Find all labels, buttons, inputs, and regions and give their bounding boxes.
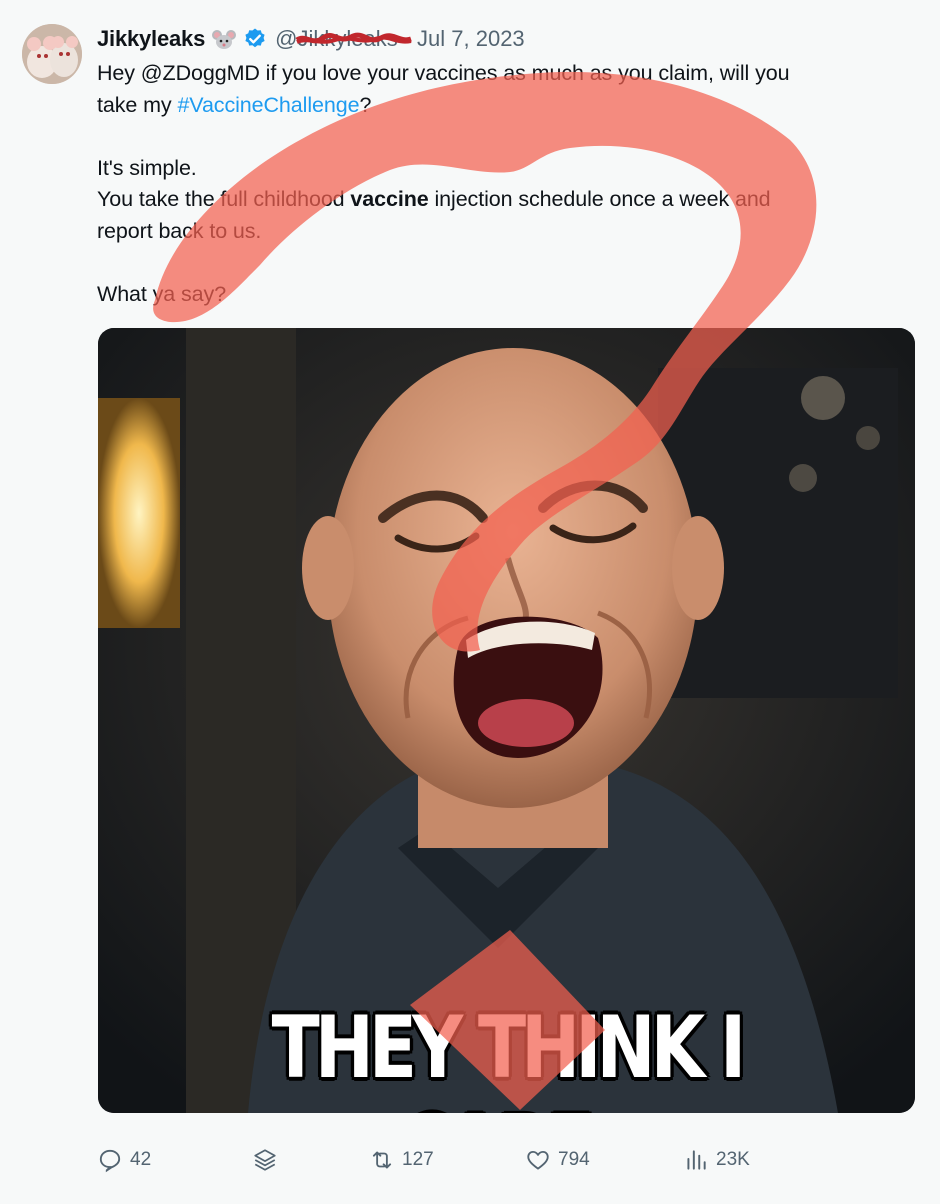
like-button[interactable]: 794: [525, 1142, 590, 1178]
tweet-header: Jikkyleaks @Jikkyleaks · Jul 7, 2023: [97, 22, 525, 56]
stack-icon: [254, 1149, 276, 1171]
reply-button[interactable]: 42: [97, 1142, 151, 1178]
text-fragment: take my: [97, 92, 178, 117]
tweet-text: Hey @ZDoggMD if you love your vaccines a…: [97, 58, 897, 310]
rats-avatar-image: [22, 24, 82, 84]
text-fragment: ?: [359, 92, 372, 117]
grok-button[interactable]: [252, 1142, 285, 1178]
retweet-icon: [372, 1151, 392, 1169]
meme-photo: [98, 328, 915, 1113]
text-line: What ya say?: [97, 281, 227, 306]
text-line: Hey @ZDoggMD if you love your vaccines a…: [97, 61, 790, 85]
text-fragment: injection schedule once a week and: [428, 187, 771, 211]
retweet-button[interactable]: 127: [369, 1142, 434, 1178]
avatar[interactable]: [22, 24, 82, 84]
text-line: You take the full childhood vaccine inje…: [97, 184, 897, 216]
verified-badge-icon[interactable]: [243, 27, 267, 51]
views-button[interactable]: 23K: [683, 1142, 750, 1178]
bar-chart-icon: [687, 1150, 706, 1170]
like-count: 794: [558, 1149, 590, 1170]
retweet-count: 127: [402, 1149, 434, 1170]
hashtag-link[interactable]: #VaccineChallenge: [177, 93, 359, 117]
bold-keyword: vaccine: [350, 187, 429, 211]
text-line: It's simple.: [97, 155, 197, 180]
text-line: report back to us.: [97, 218, 262, 243]
reply-count: 42: [130, 1149, 152, 1170]
tweet-actions: 42 127 794 23K: [97, 1142, 897, 1178]
tweet-date[interactable]: Jul 7, 2023: [417, 26, 525, 52]
text-line: take my #VaccineChallenge?: [97, 90, 897, 122]
views-count: 23K: [716, 1149, 750, 1170]
meme-caption: THEY THINK I CARE.: [271, 998, 747, 1113]
text-fragment: You take the full childhood: [97, 187, 351, 211]
author-name[interactable]: Jikkyleaks: [97, 26, 205, 52]
mouse-emoji-icon: [211, 28, 237, 50]
author-handle[interactable]: @Jikkyleaks: [275, 26, 412, 52]
heart-icon: [527, 1150, 549, 1170]
tweet-media-image[interactable]: THEY THINK I CARE.: [98, 328, 915, 1113]
reply-icon: [99, 1149, 121, 1173]
tweet[interactable]: Jikkyleaks @Jikkyleaks · Jul 7, 2023 Hey…: [0, 0, 940, 1204]
handle-redaction-scribble: [295, 32, 412, 44]
